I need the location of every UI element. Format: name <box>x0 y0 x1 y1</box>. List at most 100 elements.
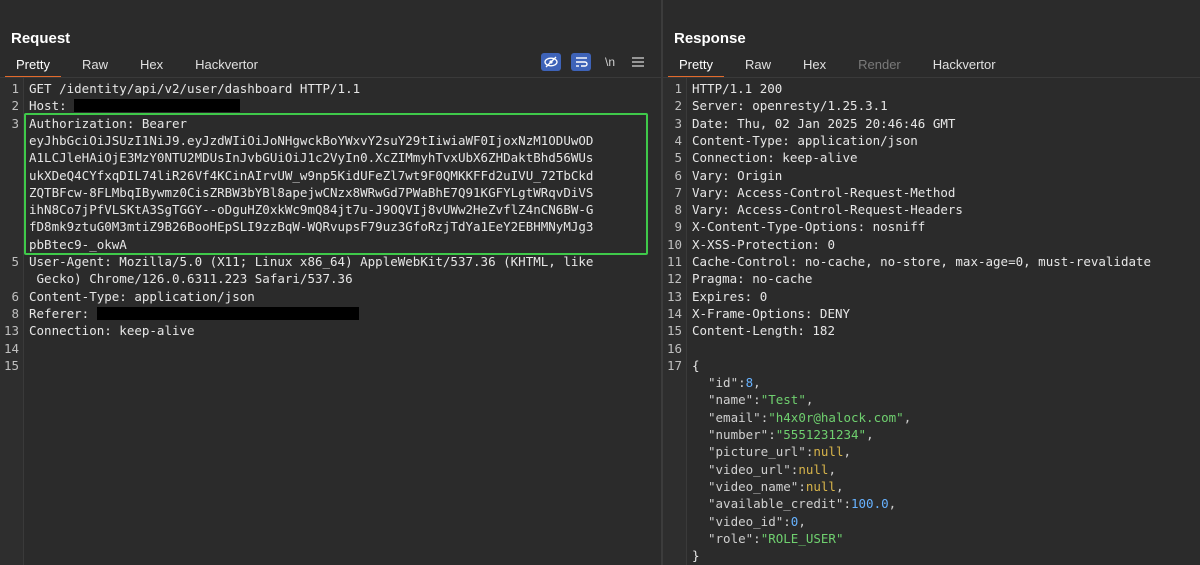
code-text: ZQTBFcw-8FLMbqIBywmz0CisZRBW3bYBl8apejwC… <box>29 184 593 201</box>
code-text: Content-Length: 182 <box>692 322 835 339</box>
request-tab-hex[interactable]: Hex <box>129 53 174 77</box>
json-colon: : <box>768 427 776 442</box>
code-text: X-XSS-Protection: 0 <box>692 236 835 253</box>
response-tab-raw[interactable]: Raw <box>734 53 782 77</box>
json-value: "ROLE_USER" <box>760 530 844 546</box>
request-line: ZQTBFcw-8FLMbqIBywmz0CisZRBW3bYBl8apejwC… <box>0 184 661 201</box>
response-line: 6 Vary: Origin <box>663 167 1200 184</box>
code-text: Connection: keep-alive <box>692 149 858 166</box>
request-tab-hackvertor[interactable]: Hackvertor <box>184 53 269 77</box>
json-field-line: "video_id":0, <box>663 513 1200 530</box>
code-text: { <box>692 357 700 374</box>
response-title: Response <box>674 30 746 47</box>
response-line: 11 Cache-Control: no-cache, no-store, max… <box>663 253 1200 270</box>
line-text: ukXDeQ4CYfxqDIL74liR26Vf4KCinAIrvUW_w9np… <box>29 167 594 183</box>
response-line: 13 Expires: 0 <box>663 288 1200 305</box>
code-text: Host: <box>29 97 241 114</box>
code-text: Content-Type: application/json <box>29 288 255 305</box>
response-tab-render: Render <box>858 57 901 72</box>
response-tab-pretty[interactable]: Pretty <box>668 53 724 78</box>
response-tab-hex[interactable]: Hex <box>792 53 837 77</box>
code-text: X-Frame-Options: DENY <box>692 305 850 322</box>
line-number: 4 <box>674 132 682 148</box>
json-key: "video_id" <box>708 513 784 529</box>
request-tab-pretty[interactable]: Pretty <box>5 53 61 78</box>
code-text: Date: Thu, 02 Jan 2025 20:46:46 GMT <box>692 115 955 132</box>
line-text: A1LCJleHAiOjE3MzY0NTU2MDUsInJvbGUiOiJ1c2… <box>29 150 594 166</box>
request-tab-raw[interactable]: Raw <box>71 53 119 77</box>
line-text: X-Frame-Options: DENY <box>692 305 851 321</box>
line-text: Host: <box>29 98 75 114</box>
line-number: 13 <box>3 323 19 339</box>
line-number: 14 <box>666 305 682 321</box>
json-field: "available_credit":100.0, <box>708 495 896 512</box>
line-text: Vary: Origin <box>692 167 783 183</box>
code-text: Server: openresty/1.25.3.1 <box>692 97 888 114</box>
json-field: "email":"h4x0r@halock.com", <box>708 409 911 426</box>
json-comma: , <box>835 478 844 494</box>
line-number: 3 <box>674 115 682 131</box>
request-title: Request <box>11 30 71 47</box>
json-field: "id":8, <box>708 374 761 391</box>
json-field-line: "picture_url":null, <box>663 443 1200 460</box>
eye-slash-icon[interactable] <box>541 53 561 71</box>
request-line: pbBtec9-_okwA <box>0 236 661 253</box>
code-text: Vary: Access-Control-Request-Headers <box>692 201 963 218</box>
json-value: null <box>798 461 829 477</box>
json-field: "number":"5551231234", <box>708 426 874 443</box>
request-line: fD8mk9ztuG0M3mtiZ9B26BooHEpSLI9zzBqW-WQR… <box>0 218 661 235</box>
json-comma: , <box>828 461 836 477</box>
response-tab-hackvertor[interactable]: Hackvertor <box>922 53 1007 77</box>
json-field: "video_name":null, <box>708 478 843 495</box>
line-text: { <box>692 357 700 373</box>
code-text: eyJhbGciOiJSUzI1NiJ9.eyJzdWIiOiJoNHgwckB… <box>29 132 593 149</box>
line-number: 8 <box>11 305 19 321</box>
line-number: 3 <box>11 115 19 131</box>
json-field-line: "available_credit":100.0, <box>663 495 1200 512</box>
line-number: 1 <box>674 81 682 96</box>
response-editor[interactable]: 1 HTTP/1.1 200 2 Server: openresty/1.25.3.1… <box>663 78 1200 565</box>
line-number: 1 <box>11 81 19 96</box>
redacted-referer-value <box>96 306 359 320</box>
request-line: 15 <box>0 357 661 374</box>
code-text: GET /identity/api/v2/user/dashboard HTTP… <box>29 80 360 97</box>
code-text: Vary: Origin <box>692 167 782 184</box>
line-text: eyJhbGciOiJSUzI1NiJ9.eyJzdWIiOiJoNHgwckB… <box>29 132 594 148</box>
json-comma: , <box>798 513 806 529</box>
code-text: pbBtec9-_okwA <box>29 236 127 253</box>
newline-toggle-button[interactable]: \n <box>601 53 619 71</box>
request-line: 8 Referer: <box>0 305 661 322</box>
json-field: "picture_url":null, <box>708 443 851 460</box>
json-field: "video_id":0, <box>708 513 806 530</box>
response-tabs: Pretty Raw Hex Render Hackvertor <box>668 53 1017 78</box>
response-line: 17 { <box>663 357 1200 374</box>
request-line: 1 GET /identity/api/v2/user/dashboard HTT… <box>0 80 661 97</box>
json-colon: : <box>843 496 851 512</box>
line-text: Content-Type: application/json <box>692 132 918 148</box>
json-key: "picture_url" <box>708 444 806 460</box>
request-line: eyJhbGciOiJSUzI1NiJ9.eyJzdWIiOiJoNHgwckB… <box>0 132 661 149</box>
json-colon: : <box>753 530 761 546</box>
json-field-line: "video_url":null, <box>663 461 1200 478</box>
response-line: 14 X-Frame-Options: DENY <box>663 305 1200 322</box>
response-line: 8 Vary: Access-Control-Request-Headers <box>663 201 1200 218</box>
code-text: Referer: <box>29 305 359 322</box>
json-key: "number" <box>708 427 769 442</box>
menu-icon[interactable] <box>629 53 647 71</box>
code-text: Pragma: no-cache <box>692 270 812 287</box>
wrap-lines-icon[interactable] <box>571 53 591 71</box>
request-editor[interactable]: 1 GET /identity/api/v2/user/dashboard HTT… <box>0 78 661 565</box>
line-text: Content-Length: 182 <box>692 323 835 339</box>
line-text: Vary: Access-Control-Request-Method <box>692 184 956 200</box>
response-line: 7 Vary: Access-Control-Request-Method <box>663 184 1200 201</box>
json-key: "video_name" <box>708 478 799 494</box>
json-closing-brace: } <box>692 548 700 564</box>
request-line: ukXDeQ4CYfxqDIL74liR26Vf4KCinAIrvUW_w9np… <box>0 167 661 184</box>
code-text: Gecko) Chrome/126.0.6311.223 Safari/537.… <box>29 270 353 287</box>
json-colon: : <box>798 478 806 494</box>
response-line: 3 Date: Thu, 02 Jan 2025 20:46:46 GMT <box>663 115 1200 132</box>
request-line: 2 Host: <box>0 97 661 114</box>
line-text: Expires: 0 <box>692 288 768 304</box>
code-text: Vary: Access-Control-Request-Method <box>692 184 955 201</box>
json-colon: : <box>783 513 791 529</box>
